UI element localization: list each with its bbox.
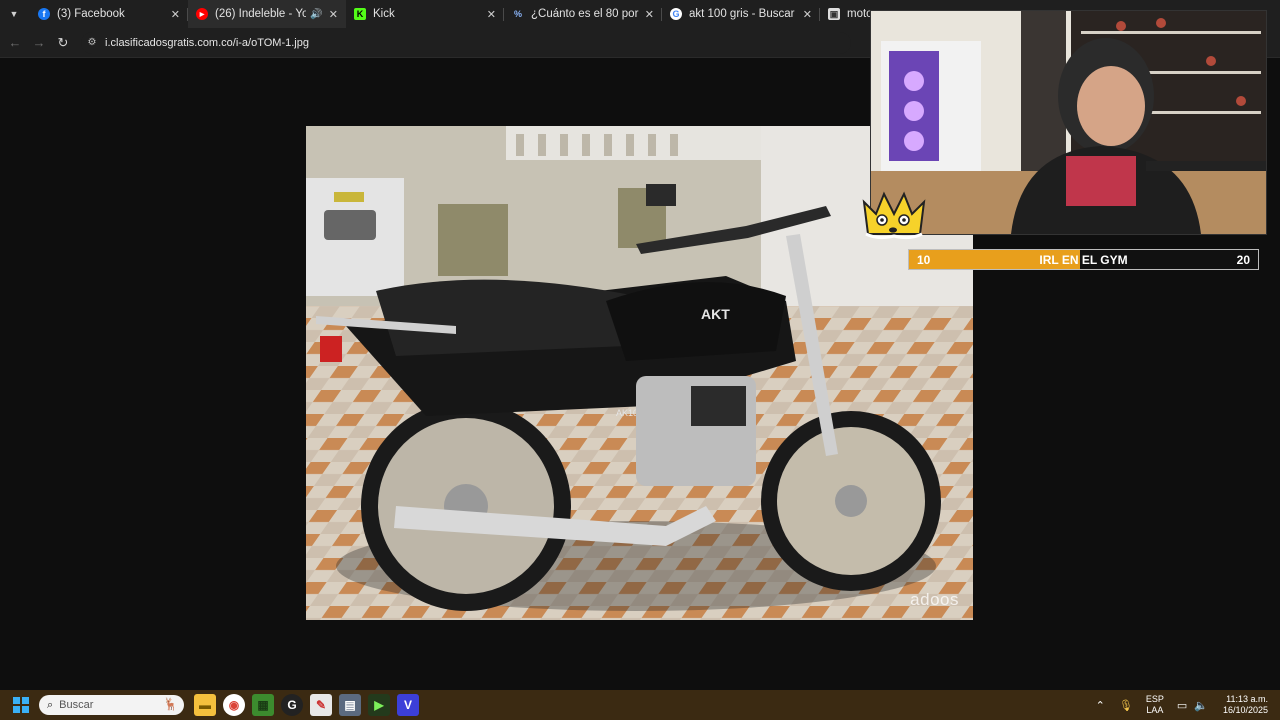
speaker-icon[interactable]: 🔊 — [310, 9, 322, 20]
tab-google-search[interactable]: G akt 100 gris - Buscar con Google ✕ — [662, 0, 820, 28]
notepad-icon[interactable]: ✎ — [310, 694, 332, 716]
crown-emote-icon — [862, 191, 926, 240]
close-icon[interactable]: ✕ — [171, 8, 180, 21]
microphone-icon[interactable]: 🎙 — [1119, 699, 1133, 712]
address-bar[interactable]: ⚙ i.clasificadosgratis.com.co/i-a/oTOM-1… — [81, 31, 851, 54]
tab-title: (3) Facebook — [57, 8, 125, 20]
volume-icon[interactable]: 🔈 — [1194, 699, 1208, 712]
tab-youtube[interactable]: ▶ (26) Indeleble - YouTube 🔊 ✕ — [188, 0, 346, 28]
terminal-icon[interactable]: ▶ — [368, 694, 390, 716]
minecraft-icon[interactable]: ▦ — [252, 694, 274, 716]
stream-goal-bar: 10 IRL EN EL GYM 20 — [908, 249, 1259, 270]
forward-arrow-icon[interactable]: → — [27, 31, 51, 55]
taskbar-clock[interactable]: 11:13 a.m. 16/10/2025 — [1223, 694, 1268, 716]
tab-title: ¿Cuánto es el 80 por ciento de — [531, 8, 639, 20]
network-icon[interactable]: ▭ — [1177, 699, 1187, 712]
image-icon: ▣ — [828, 8, 840, 20]
system-tray: ⌃ 🎙 ESP LAA ▭ 🔈 11:13 a.m. 16/10/2025 — [1089, 690, 1280, 720]
chrome-icon[interactable]: ◉ — [223, 694, 245, 716]
clock-date: 16/10/2025 — [1222, 705, 1268, 715]
windows-start-icon[interactable] — [13, 697, 29, 713]
clock-time: 11:13 a.m. — [1226, 694, 1268, 704]
tab-facebook[interactable]: f (3) Facebook ✕ — [30, 0, 188, 28]
tab-title: akt 100 gris - Buscar con Google — [689, 8, 797, 20]
document-icon: % — [513, 9, 522, 19]
windows-taskbar: ⌕ Buscar 🦌 ▬ ◉ ▦ G ✎ ▤ ▶ V ⌃ 🎙 ESP LAA ▭… — [0, 690, 1280, 720]
site-info-icon[interactable]: ⚙ — [85, 36, 99, 50]
webcam-illustration — [871, 11, 1266, 234]
back-arrow-icon[interactable]: ← — [3, 31, 27, 55]
calculator-icon[interactable]: ▤ — [339, 694, 361, 716]
close-icon[interactable]: ✕ — [329, 8, 338, 21]
layout-code: LAA — [1146, 705, 1164, 715]
tab-percent-question[interactable]: % ¿Cuánto es el 80 por ciento de ✕ — [504, 0, 662, 28]
taskbar-search-box[interactable]: ⌕ Buscar 🦌 — [39, 695, 184, 715]
tank-badge-text: AKT — [701, 306, 730, 322]
chevron-up-icon[interactable]: ⌃ — [1096, 699, 1105, 712]
adoos-watermark: adoos — [910, 590, 959, 609]
language-indicator[interactable]: ESP LAA — [1146, 694, 1164, 716]
tab-title: (26) Indeleble - YouTube — [215, 8, 307, 20]
tab-title: moto me — [847, 8, 872, 20]
facebook-icon: f — [38, 8, 50, 20]
search-placeholder: Buscar — [59, 699, 94, 711]
goal-label: IRL EN EL GYM — [1039, 253, 1128, 267]
google-icon: G — [670, 8, 682, 20]
url-text: i.clasificadosgratis.com.co/i-a/oTOM-1.j… — [105, 36, 309, 49]
language-code: ESP — [1145, 694, 1164, 704]
youtube-icon: ▶ — [196, 8, 208, 20]
close-icon[interactable]: ✕ — [645, 8, 654, 21]
file-explorer-icon[interactable]: ▬ — [194, 694, 216, 716]
v-app-icon[interactable]: V — [397, 694, 419, 716]
reload-icon[interactable]: ↻ — [51, 31, 75, 55]
tab-search-chevron-icon[interactable]: ▼ — [4, 4, 24, 24]
g-app-icon[interactable]: G — [281, 694, 303, 716]
close-icon[interactable]: ✕ — [803, 8, 812, 21]
goal-max-value: 20 — [1236, 253, 1250, 267]
search-icon: ⌕ — [47, 698, 54, 711]
search-highlight-icon: 🦌 — [163, 697, 178, 711]
tab-kick[interactable]: K Kick ✕ — [346, 0, 504, 28]
kick-icon: K — [354, 8, 366, 20]
close-icon[interactable]: ✕ — [487, 8, 496, 21]
tab-title: Kick — [373, 8, 395, 20]
